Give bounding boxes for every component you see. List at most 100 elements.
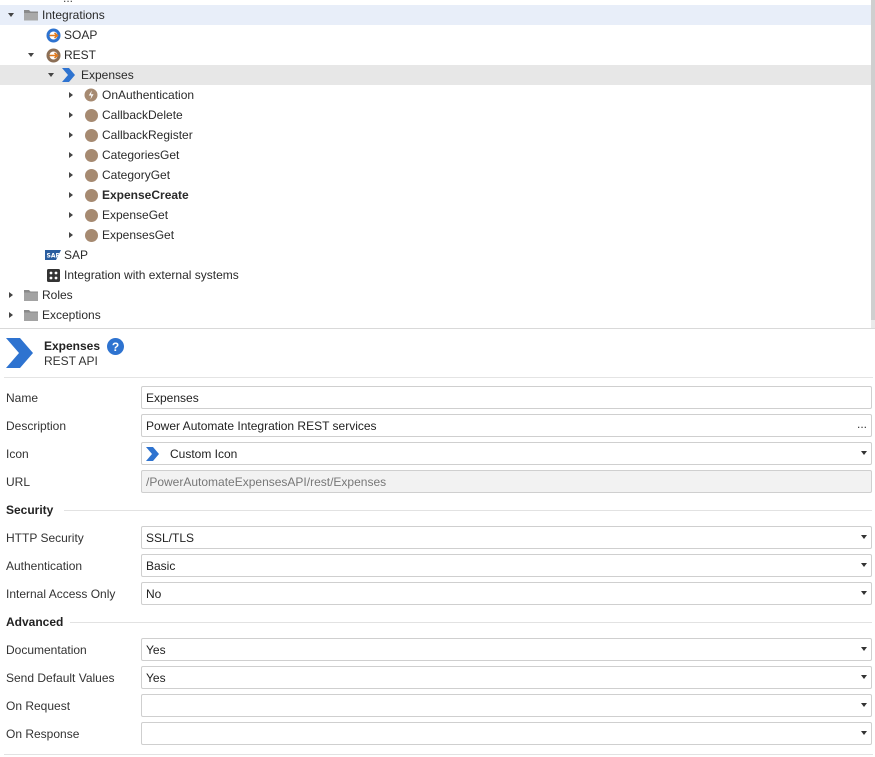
expand-right-icon[interactable] (65, 85, 77, 105)
expand-right-icon[interactable] (65, 125, 77, 145)
expand-right-icon[interactable] (65, 145, 77, 165)
authentication-select[interactable]: Basic (141, 554, 872, 577)
tree-item-callbackdelete[interactable]: CallbackDelete (0, 105, 875, 125)
description-label: Description (6, 419, 67, 433)
folder-icon (23, 307, 39, 323)
chevron-down-icon[interactable] (861, 535, 867, 539)
description-more-button[interactable]: ... (857, 417, 867, 431)
on-response-label: On Response (6, 727, 80, 741)
method-icon (83, 147, 99, 163)
tree-item-label: ExpenseCreate (102, 188, 189, 202)
module-tree: ... Integrations SOAP REST Expenses (0, 0, 875, 328)
tree-item-categoriesget[interactable]: CategoriesGet (0, 145, 875, 165)
http-security-select[interactable]: SSL/TLS (141, 526, 872, 549)
on-request-select[interactable] (141, 694, 872, 717)
security-heading: Security (6, 503, 54, 517)
send-default-values-label: Send Default Values (6, 671, 115, 685)
tree-item-label: Roles (42, 288, 73, 302)
url-field[interactable]: /PowerAutomateExpensesAPI/rest/Expenses (141, 470, 872, 493)
tree-item-label: Integration with external systems (64, 268, 239, 282)
help-icon[interactable]: ? (107, 338, 124, 355)
folder-icon (23, 287, 39, 303)
expand-right-icon[interactable] (65, 225, 77, 245)
tree-item-label: OnAuthentication (102, 88, 195, 102)
expand-right-icon[interactable] (65, 205, 77, 225)
sap-icon: SAP (45, 247, 61, 263)
rest-api-chevron-icon (6, 338, 38, 371)
properties-header: Expenses ? REST API (0, 333, 875, 373)
soap-icon (45, 27, 61, 43)
chevron-down-icon[interactable] (861, 563, 867, 567)
on-response-select[interactable] (141, 722, 872, 745)
advanced-heading: Advanced (6, 615, 64, 629)
rest-api-chevron-icon (146, 446, 162, 461)
icon-value: Custom Icon (170, 446, 238, 461)
tree-item-label: CategoriesGet (102, 148, 180, 162)
http-security-label: HTTP Security (6, 531, 84, 545)
expand-right-icon[interactable] (5, 285, 17, 305)
authentication-value: Basic (146, 558, 176, 573)
documentation-value: Yes (146, 642, 166, 657)
expand-down-icon[interactable] (25, 45, 37, 65)
expand-right-icon[interactable] (65, 165, 77, 185)
tree-item-label: CallbackRegister (102, 128, 193, 142)
chevron-down-icon[interactable] (861, 731, 867, 735)
chevron-down-icon[interactable] (861, 591, 867, 595)
tree-item-integrations[interactable]: Integrations (0, 5, 875, 25)
tree-item-onauthentication[interactable]: OnAuthentication (0, 85, 875, 105)
expand-down-icon[interactable] (45, 65, 57, 85)
method-icon (83, 207, 99, 223)
tree-item-categoryget[interactable]: CategoryGet (0, 165, 875, 185)
chevron-down-icon[interactable] (861, 647, 867, 651)
tree-item-label: Exceptions (42, 308, 101, 322)
name-field[interactable]: Expenses (141, 386, 872, 409)
divider (64, 510, 872, 511)
tree-item-label: SAP (64, 248, 89, 262)
tree-item-rest[interactable]: REST (0, 45, 875, 65)
tree-item-soap[interactable]: SOAP (0, 25, 875, 45)
divider (4, 377, 873, 378)
tree-item-expensecreate[interactable]: ExpenseCreate (0, 185, 875, 205)
expand-right-icon[interactable] (65, 185, 77, 205)
http-security-value: SSL/TLS (146, 530, 195, 545)
documentation-label: Documentation (6, 643, 87, 657)
expand-right-icon[interactable] (5, 305, 17, 325)
description-field[interactable]: Power Automate Integration REST services… (141, 414, 872, 437)
tree-item-expenses[interactable]: Expenses (0, 65, 875, 85)
internal-access-select[interactable]: No (141, 582, 872, 605)
tree-item-callbackregister[interactable]: CallbackRegister (0, 125, 875, 145)
divider (4, 754, 873, 755)
url-label: URL (6, 475, 31, 489)
tree-item-label: CategoryGet (102, 168, 171, 182)
tree-item-expensesget[interactable]: ExpensesGet (0, 225, 875, 245)
svg-text:SAP: SAP (47, 253, 61, 260)
properties-subtitle: REST API (44, 354, 98, 368)
tree-item-roles[interactable]: Roles (0, 285, 875, 305)
expand-right-icon[interactable] (65, 105, 77, 125)
tree-scrollbar[interactable] (871, 0, 875, 328)
panel-splitter[interactable] (0, 328, 875, 329)
method-icon (83, 127, 99, 143)
folder-open-icon (23, 7, 39, 23)
tree-item-label: SOAP (64, 28, 98, 42)
tree-item-integration-external[interactable]: Integration with external systems (0, 265, 875, 285)
puzzle-icon (45, 267, 61, 283)
name-label: Name (6, 391, 39, 405)
chevron-down-icon[interactable] (861, 675, 867, 679)
tree-item-exceptions[interactable]: Exceptions (0, 305, 875, 325)
chevron-down-icon[interactable] (861, 451, 867, 455)
chevron-down-icon[interactable] (861, 703, 867, 707)
tree-item-expenseget[interactable]: ExpenseGet (0, 205, 875, 225)
tree-item-label: Integrations (42, 8, 105, 22)
divider (70, 622, 872, 623)
expand-down-icon[interactable] (5, 5, 17, 25)
properties-title: Expenses (44, 339, 101, 353)
rest-api-chevron-icon (62, 67, 78, 83)
tree-item-sap[interactable]: SAP SAP (0, 245, 875, 265)
on-request-label: On Request (6, 699, 71, 713)
on-authentication-icon (83, 87, 99, 103)
send-default-values-select[interactable]: Yes (141, 666, 872, 689)
icon-select[interactable]: Custom Icon (141, 442, 872, 465)
documentation-select[interactable]: Yes (141, 638, 872, 661)
description-value: Power Automate Integration REST services (146, 418, 377, 433)
